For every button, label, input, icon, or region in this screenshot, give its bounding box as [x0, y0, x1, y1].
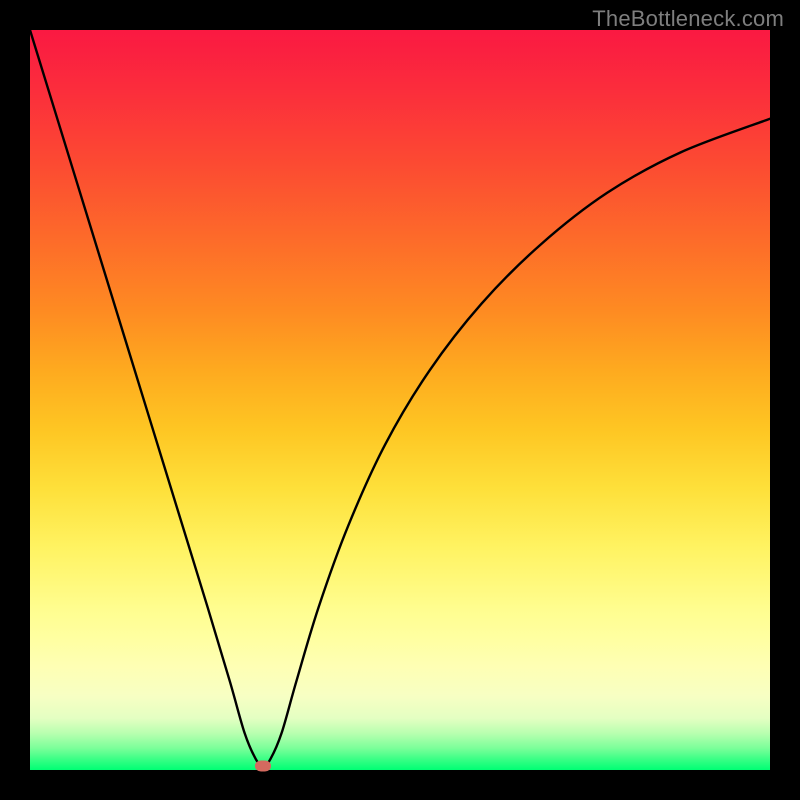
curve-svg: [30, 30, 770, 770]
optimal-point-marker: [255, 761, 271, 772]
plot-area: [30, 30, 770, 770]
watermark-text: TheBottleneck.com: [592, 6, 784, 32]
bottleneck-curve: [30, 30, 770, 766]
chart-frame: TheBottleneck.com: [0, 0, 800, 800]
